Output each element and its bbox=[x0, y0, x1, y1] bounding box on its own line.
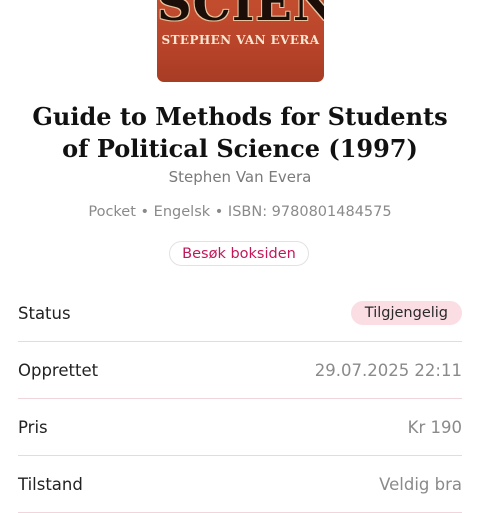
price-value: Kr 190 bbox=[407, 417, 462, 437]
details-list: Status Tilgjengelig Opprettet 29.07.2025… bbox=[18, 285, 462, 513]
price-label: Pris bbox=[18, 417, 48, 437]
cover-author-text: STEPHEN VAN EVERA bbox=[161, 33, 320, 47]
detail-row-created: Opprettet 29.07.2025 22:11 bbox=[18, 342, 462, 399]
book-title: Guide to Methods for Students of Politic… bbox=[32, 102, 448, 163]
book-cover-image: SCIENCE STEPHEN VAN EVERA bbox=[157, 0, 324, 82]
status-label: Status bbox=[18, 303, 71, 323]
status-badge: Tilgjengelig bbox=[350, 301, 462, 325]
created-value: 29.07.2025 22:11 bbox=[314, 360, 462, 380]
condition-label: Tilstand bbox=[18, 474, 83, 494]
visit-book-page-button[interactable]: Besøk boksiden bbox=[169, 241, 309, 266]
book-meta: Pocket • Engelsk • ISBN: 9780801484575 bbox=[88, 204, 392, 220]
created-label: Opprettet bbox=[18, 360, 99, 380]
cover-title-text: SCIENCE bbox=[157, 0, 324, 32]
detail-row-price: Pris Kr 190 bbox=[18, 399, 462, 456]
book-author: Stephen Van Evera bbox=[168, 168, 312, 186]
detail-row-status: Status Tilgjengelig bbox=[18, 285, 462, 342]
condition-value: Veldig bra bbox=[379, 474, 462, 494]
detail-row-condition: Tilstand Veldig bra bbox=[18, 456, 462, 513]
